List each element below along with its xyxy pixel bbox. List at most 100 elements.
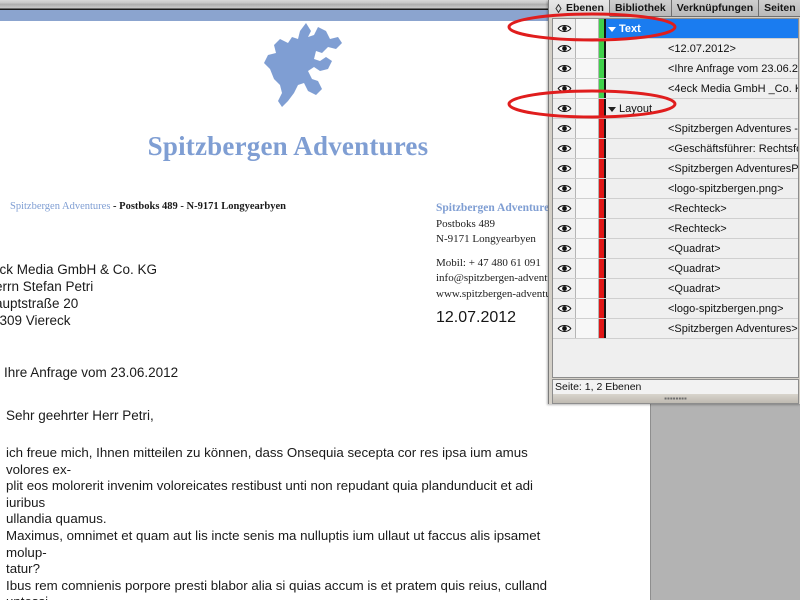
- layer-row[interactable]: <Ihre Anfrage vom 23.06.2012Se...>: [553, 59, 798, 79]
- layer-row[interactable]: <logo-spitzbergen.png>: [553, 299, 798, 319]
- lock-toggle[interactable]: [576, 279, 599, 298]
- layer-row[interactable]: <Spitzbergen Adventures - Postb...>: [553, 119, 798, 139]
- layer-row[interactable]: <Geschäftsführer: Rechtsform:...>: [553, 139, 798, 159]
- layers-refresh-icon: [554, 3, 563, 13]
- layer-name-label: <12.07.2012>: [668, 42, 736, 55]
- layer-row[interactable]: <4eck Media GmbH _Co. KGHerr...>: [553, 79, 798, 99]
- eye-icon[interactable]: [553, 119, 576, 138]
- lock-toggle[interactable]: [576, 259, 599, 278]
- layer-row-layout[interactable]: Layout: [553, 99, 798, 119]
- layer-row[interactable]: <12.07.2012>: [553, 39, 798, 59]
- eye-icon[interactable]: [553, 179, 576, 198]
- lock-toggle[interactable]: [576, 59, 599, 78]
- sender-brand: Spitzbergen Adventures: [10, 201, 111, 212]
- lock-toggle[interactable]: [576, 19, 599, 38]
- layer-name-label: <logo-spitzbergen.png>: [668, 182, 784, 195]
- letter-salutation: Sehr geehrter Herr Petri,: [6, 408, 154, 423]
- palette-resize-grip[interactable]: ▪▪▪▪▪▪▪▪: [552, 394, 799, 404]
- layer-name[interactable]: <Rechteck>: [606, 199, 798, 218]
- layer-name[interactable]: <logo-spitzbergen.png>: [606, 179, 798, 198]
- screen: Spitzbergen Adventures Spitzbergen Adven…: [0, 0, 800, 600]
- layer-row[interactable]: <logo-spitzbergen.png>: [553, 179, 798, 199]
- eye-icon[interactable]: [553, 299, 576, 318]
- layers-palette[interactable]: Ebenen Bibliothek Verknüpfungen Seiten Text…: [548, 0, 800, 404]
- layer-row[interactable]: <Quadrat>: [553, 279, 798, 299]
- eye-icon[interactable]: [553, 199, 576, 218]
- eye-icon[interactable]: [553, 139, 576, 158]
- layer-name-label: Layout: [619, 102, 653, 115]
- eye-icon[interactable]: [553, 59, 576, 78]
- lock-toggle[interactable]: [576, 139, 599, 158]
- layer-row-text[interactable]: Text: [553, 19, 798, 39]
- layer-name[interactable]: <Quadrat>: [606, 279, 798, 298]
- layer-name[interactable]: Text: [606, 19, 798, 38]
- eye-icon[interactable]: [553, 19, 576, 38]
- layer-list[interactable]: Text <12.07.2012> <Ihre Anfrage vom 23.06.…: [552, 18, 799, 378]
- eye-icon[interactable]: [553, 99, 576, 118]
- palette-tab-seiten[interactable]: Seiten: [759, 0, 800, 17]
- layer-row[interactable]: <Quadrat>: [553, 259, 798, 279]
- eye-icon[interactable]: [553, 219, 576, 238]
- layer-row[interactable]: <Quadrat>: [553, 239, 798, 259]
- layer-name[interactable]: <4eck Media GmbH _Co. KGHerr...>: [606, 79, 798, 98]
- recipient-line-2: lerrn Stefan Petri: [0, 279, 94, 294]
- palette-tab-ebenen[interactable]: Ebenen: [549, 0, 610, 17]
- eye-icon[interactable]: [553, 39, 576, 58]
- eye-icon[interactable]: [553, 159, 576, 178]
- chevron-down-icon[interactable]: [608, 107, 616, 112]
- palette-tab-bibliothek[interactable]: Bibliothek: [609, 0, 672, 17]
- layer-name-label: <Ihre Anfrage vom 23.06.2012Se...>: [668, 62, 798, 75]
- body-line: ullandia quamus.: [6, 511, 107, 527]
- layer-name-label: <Geschäftsführer: Rechtsform:...>: [668, 142, 798, 155]
- lock-toggle[interactable]: [576, 179, 599, 198]
- palette-tab-bar[interactable]: Ebenen Bibliothek Verknüpfungen Seiten: [549, 0, 800, 17]
- lock-toggle[interactable]: [576, 99, 599, 118]
- body-line: plit eos molorerit invenim voloreicates …: [6, 478, 534, 510]
- layer-name-label: <4eck Media GmbH _Co. KGHerr...>: [668, 82, 798, 95]
- eye-icon[interactable]: [553, 319, 576, 338]
- layer-row[interactable]: <Spitzbergen Adventures>: [553, 319, 798, 339]
- body-line: ich freue mich, Ihnen mitteilen zu könne…: [6, 445, 528, 477]
- layer-name[interactable]: <Quadrat>: [606, 259, 798, 278]
- eye-icon[interactable]: [553, 259, 576, 278]
- layer-name[interactable]: Layout: [606, 99, 798, 118]
- lock-toggle[interactable]: [576, 199, 599, 218]
- palette-tab-verknpfungen[interactable]: Verknüpfungen: [671, 0, 760, 17]
- layer-name[interactable]: <Rechteck>: [606, 219, 798, 238]
- letter-date: 12.07.2012: [436, 309, 517, 326]
- lock-toggle[interactable]: [576, 319, 599, 338]
- layer-name-label: <Quadrat>: [668, 242, 721, 255]
- layer-name[interactable]: <Spitzbergen Adventures>: [606, 319, 798, 338]
- layer-name[interactable]: <Ihre Anfrage vom 23.06.2012Se...>: [606, 59, 798, 78]
- layer-name-label: <Spitzbergen Adventures>: [668, 322, 798, 335]
- layer-name[interactable]: <Geschäftsführer: Rechtsform:...>: [606, 139, 798, 158]
- layer-row[interactable]: <Spitzbergen AdventuresPostboks ...>: [553, 159, 798, 179]
- lock-toggle[interactable]: [576, 239, 599, 258]
- lock-toggle[interactable]: [576, 39, 599, 58]
- body-line: tatur?: [6, 561, 41, 577]
- lock-toggle[interactable]: [576, 299, 599, 318]
- lock-toggle[interactable]: [576, 119, 599, 138]
- palette-tab-label: Ebenen: [566, 2, 604, 14]
- lock-toggle[interactable]: [576, 159, 599, 178]
- eye-icon[interactable]: [553, 279, 576, 298]
- layer-name[interactable]: <Spitzbergen Adventures - Postb...>: [606, 119, 798, 138]
- layer-name-label: <Quadrat>: [668, 282, 721, 295]
- layer-name[interactable]: <logo-spitzbergen.png>: [606, 299, 798, 318]
- palette-tab-label: Bibliothek: [614, 2, 666, 14]
- sender-address-line: Spitzbergen Adventures - Postboks 489 - …: [10, 201, 286, 212]
- layer-name-label: <Rechteck>: [668, 202, 727, 215]
- layer-name[interactable]: <Spitzbergen AdventuresPostboks ...>: [606, 159, 798, 178]
- layer-name[interactable]: <Quadrat>: [606, 239, 798, 258]
- layer-row[interactable]: <Rechteck>: [553, 219, 798, 239]
- eye-icon[interactable]: [553, 79, 576, 98]
- lock-toggle[interactable]: [576, 79, 599, 98]
- chevron-down-icon[interactable]: [608, 27, 616, 32]
- layer-name[interactable]: <12.07.2012>: [606, 39, 798, 58]
- lock-toggle[interactable]: [576, 219, 599, 238]
- layer-name-label: <Quadrat>: [668, 262, 721, 275]
- layer-name-label: Text: [619, 22, 641, 35]
- layer-row[interactable]: <Rechteck>: [553, 199, 798, 219]
- eye-icon[interactable]: [553, 239, 576, 258]
- letter-body: ich freue mich, Ihnen mitteilen zu könne…: [6, 445, 566, 600]
